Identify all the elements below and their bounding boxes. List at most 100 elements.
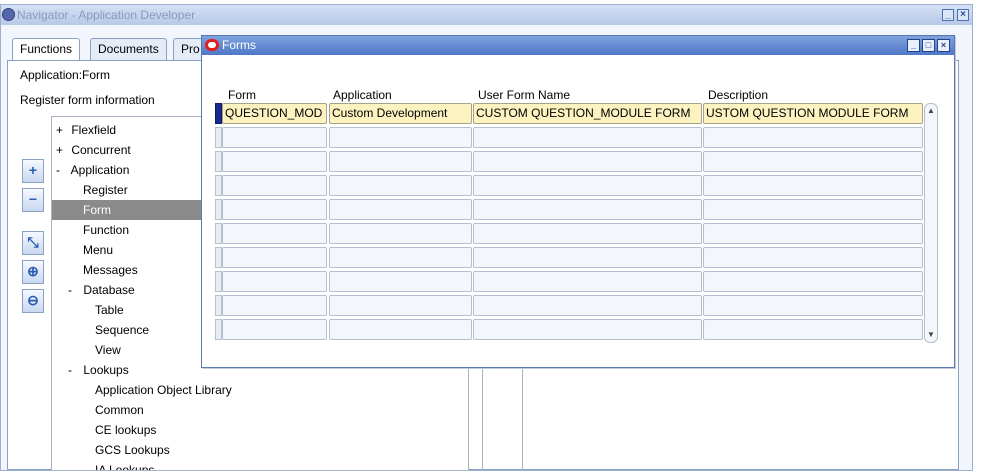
maximize-icon[interactable]: □	[922, 39, 935, 52]
cell-application[interactable]	[329, 295, 472, 316]
navigator-titlebar: Navigator - Application Developer _ ×	[1, 5, 972, 25]
collapse-all-icon[interactable]: ⊖	[22, 289, 44, 313]
cell-description[interactable]	[703, 223, 923, 244]
record-indicator[interactable]	[215, 199, 222, 220]
application-label: Application:Form	[20, 68, 111, 82]
info-text: Register form information	[20, 93, 155, 107]
cell-user-form-name[interactable]	[473, 319, 702, 340]
forms-title: Forms	[222, 38, 256, 52]
expander-icon[interactable]: -	[68, 280, 80, 300]
oracle-logo-icon	[205, 39, 219, 51]
cell-user-form-name[interactable]	[473, 271, 702, 292]
cell-description[interactable]	[703, 175, 923, 196]
tree-item-label: Flexfield	[71, 123, 117, 137]
tab-functions[interactable]: Functions	[12, 38, 81, 61]
record-indicator[interactable]	[215, 295, 222, 316]
close-icon[interactable]: ×	[957, 9, 969, 21]
cell-user-form-name[interactable]: CUSTOM QUESTION_MODULE FORM	[473, 103, 702, 124]
cell-form[interactable]	[222, 127, 327, 148]
column-header-application: Application	[333, 88, 392, 102]
cell-application[interactable]	[329, 223, 472, 244]
record-indicator[interactable]	[215, 127, 222, 148]
expander-icon[interactable]: +	[56, 120, 68, 140]
cell-application[interactable]	[329, 319, 472, 340]
scroll-up-icon[interactable]: ▲	[926, 105, 936, 117]
cell-application[interactable]	[329, 271, 472, 292]
cell-description[interactable]: USTOM QUESTION MODULE FORM	[703, 103, 923, 124]
cell-description[interactable]	[703, 127, 923, 148]
cell-application[interactable]	[329, 151, 472, 172]
tree-item-label: Application Object Library	[95, 383, 232, 397]
expand-branch-icon[interactable]: ⤡	[22, 231, 44, 255]
column-header-description: Description	[708, 88, 769, 102]
tree-item-application-object-library[interactable]: Application Object Library	[52, 380, 468, 400]
expander-icon[interactable]: -	[68, 360, 80, 380]
tree-item-label: Messages	[83, 263, 138, 277]
cell-application[interactable]	[329, 247, 472, 268]
tree-item-label: Application	[70, 163, 130, 177]
oracle-app-icon	[2, 8, 15, 21]
cell-form[interactable]: QUESTION_MOD	[222, 103, 327, 124]
cell-description[interactable]	[703, 271, 923, 292]
tree-item-label: Sequence	[95, 323, 150, 337]
cell-user-form-name[interactable]	[473, 175, 702, 196]
cell-user-form-name[interactable]	[473, 199, 702, 220]
navigator-title: Navigator - Application Developer	[17, 8, 196, 22]
cell-form[interactable]	[222, 319, 327, 340]
cell-description[interactable]	[703, 295, 923, 316]
cell-user-form-name[interactable]	[473, 247, 702, 268]
cell-form[interactable]	[222, 295, 327, 316]
tree-item-ia-lookups[interactable]: IA Lookups	[52, 460, 468, 470]
cell-user-form-name[interactable]	[473, 295, 702, 316]
record-indicator[interactable]	[215, 319, 222, 340]
tree-item-common[interactable]: Common	[52, 400, 468, 420]
tree-item-label: View	[95, 343, 121, 357]
collapse-icon[interactable]: −	[22, 188, 44, 212]
cell-form[interactable]	[222, 271, 327, 292]
cell-form[interactable]	[222, 247, 327, 268]
tab-documents-label: Documents	[98, 42, 159, 56]
cell-form[interactable]	[222, 223, 327, 244]
record-indicator[interactable]	[215, 151, 222, 172]
tree-item-label: Lookups	[83, 363, 129, 377]
expand-all-icon[interactable]: ⊕	[22, 260, 44, 284]
close-icon[interactable]: ×	[937, 39, 950, 52]
column-header-user-form-name: User Form Name	[478, 88, 571, 102]
cell-application[interactable]: Custom Development	[329, 103, 472, 124]
cell-user-form-name[interactable]	[473, 127, 702, 148]
cell-user-form-name[interactable]	[473, 223, 702, 244]
expander-icon[interactable]: -	[56, 160, 68, 180]
record-indicator[interactable]	[215, 271, 222, 292]
tab-documents[interactable]: Documents	[90, 38, 167, 60]
cell-form[interactable]	[222, 151, 327, 172]
record-indicator[interactable]	[215, 247, 222, 268]
cell-user-form-name[interactable]	[473, 151, 702, 172]
forms-titlebar: Forms _ □ ×	[202, 36, 954, 55]
cell-description[interactable]	[703, 319, 923, 340]
cell-application[interactable]	[329, 127, 472, 148]
current-record-indicator[interactable]	[215, 103, 222, 124]
vertical-scrollbar[interactable]: ▲ ▼	[924, 103, 938, 343]
tree-item-form[interactable]: Form	[52, 200, 202, 220]
minimize-icon[interactable]: _	[907, 39, 920, 52]
tree-item-label: Concurrent	[71, 143, 131, 157]
tree-item-label: Database	[83, 283, 135, 297]
expand-icon[interactable]: +	[22, 159, 44, 183]
expander-icon[interactable]: +	[56, 140, 68, 160]
minimize-icon[interactable]: _	[942, 9, 954, 21]
tree-item-label: GCS Lookups	[95, 443, 170, 457]
cell-form[interactable]	[222, 175, 327, 196]
cell-application[interactable]	[329, 199, 472, 220]
tree-item-ce-lookups[interactable]: CE lookups	[52, 420, 468, 440]
record-indicator[interactable]	[215, 223, 222, 244]
record-indicator[interactable]	[215, 175, 222, 196]
tab-processes[interactable]: Pro	[173, 38, 203, 60]
cell-form[interactable]	[222, 199, 327, 220]
cell-description[interactable]	[703, 199, 923, 220]
cell-description[interactable]	[703, 247, 923, 268]
cell-application[interactable]	[329, 175, 472, 196]
cell-description[interactable]	[703, 151, 923, 172]
scroll-down-icon[interactable]: ▼	[926, 329, 936, 341]
tree-item-gcs-lookups[interactable]: GCS Lookups	[52, 440, 468, 460]
tree-item-label: Menu	[83, 243, 114, 257]
